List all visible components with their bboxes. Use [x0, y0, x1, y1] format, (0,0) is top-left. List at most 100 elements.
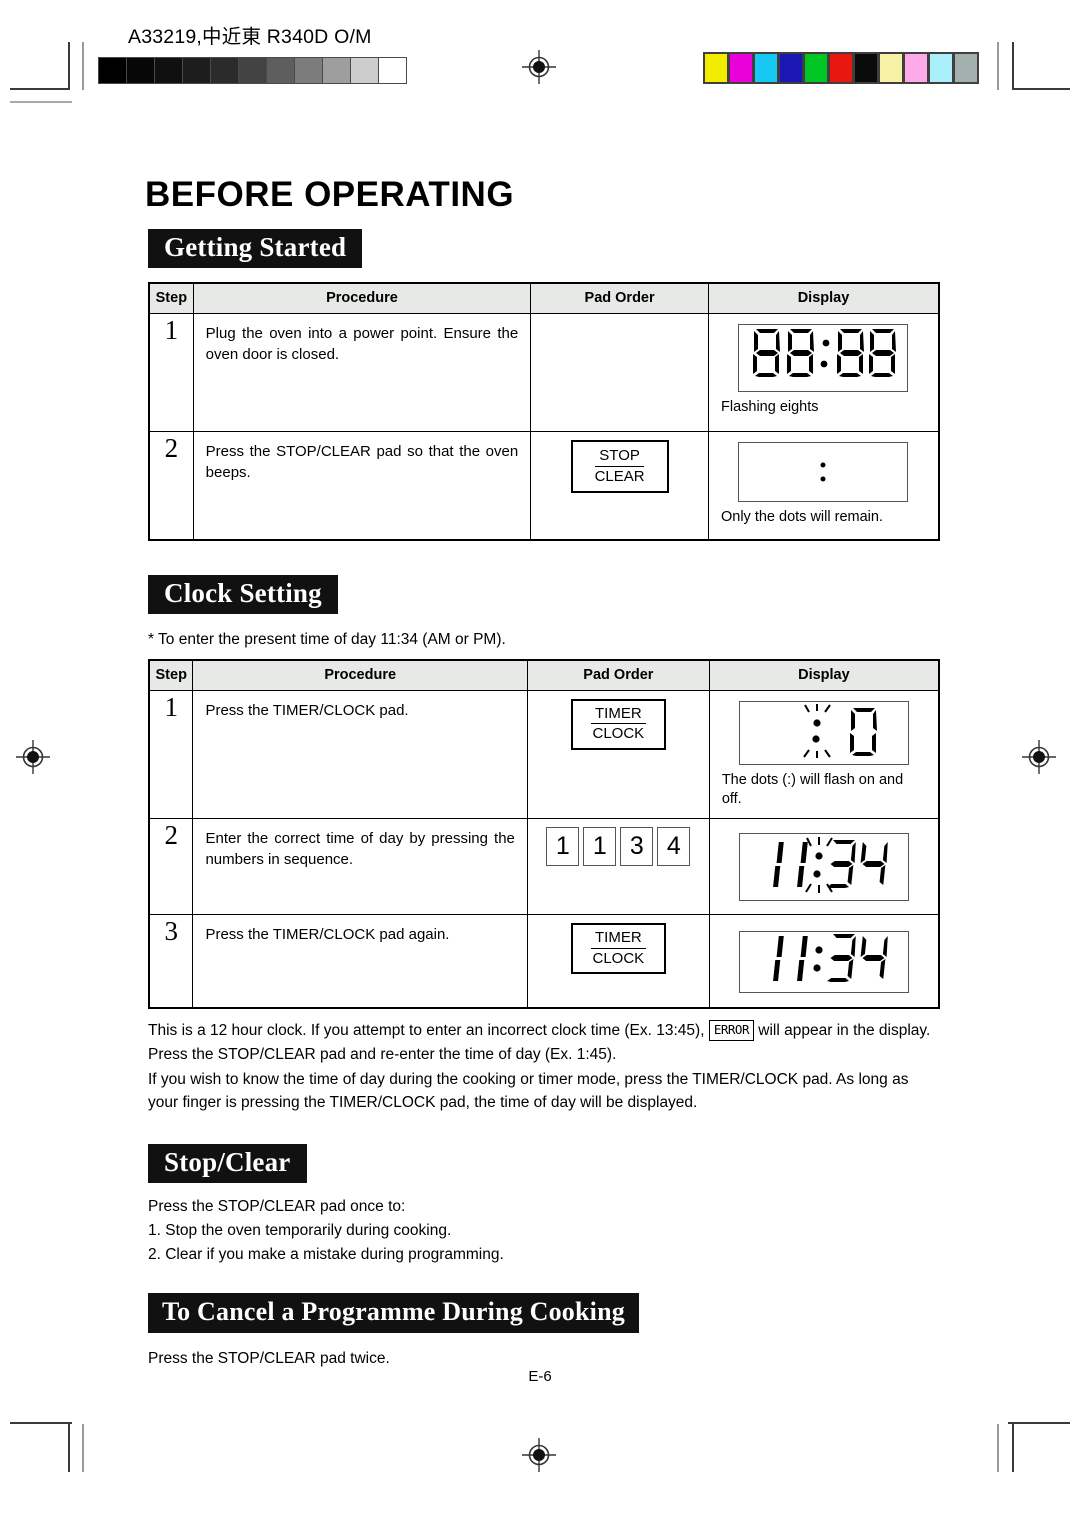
pad-key-stop-clear[interactable]: STOP CLEAR	[570, 440, 669, 494]
procedure-text: Press the STOP/CLEAR pad so that the ove…	[192, 431, 532, 540]
seven-segment-zero-flashing-icon	[803, 703, 877, 758]
column-header-step: Step	[148, 282, 194, 314]
crop-mark	[10, 1422, 72, 1424]
table-header-row: Step Procedure Pad Order Display	[148, 282, 940, 314]
table-row: 3 Press the TIMER/CLOCK pad again. TIMER…	[148, 913, 940, 1009]
color-patch	[730, 54, 752, 82]
column-header-pad-order: Pad Order	[526, 659, 710, 691]
crop-mark	[82, 1424, 84, 1472]
lcd-display-1134	[738, 931, 909, 994]
step-number: 2	[148, 817, 194, 915]
step-number: 2	[148, 431, 194, 540]
clock-setting-paragraph-2: If you wish to know the time of day duri…	[148, 1070, 909, 1112]
column-header-display: Display	[707, 282, 940, 314]
crop-mark	[997, 42, 999, 90]
grey-patch	[239, 58, 267, 83]
lcd-display-zero-flashing	[738, 700, 909, 765]
color-patch	[755, 54, 777, 82]
crop-mark	[10, 101, 72, 103]
page-content: BEFORE OPERATING Getting Started Step Pr…	[140, 175, 940, 1370]
lcd-display-1134-flashing	[738, 833, 909, 902]
crop-mark	[997, 1424, 999, 1472]
pad-key-label-bottom: CLEAR	[594, 467, 645, 485]
clock-setting-table: Step Procedure Pad Order Display 1 Press…	[148, 658, 940, 1010]
grey-patch	[127, 58, 155, 83]
lcd-display-dots-only	[738, 442, 909, 502]
number-pad-key[interactable]: 3	[620, 826, 654, 866]
document-page: A33219,中近東 R340D O/M BEFORE OPERATING Ge…	[0, 0, 1080, 1528]
step-number: 1	[148, 689, 194, 819]
color-patch	[705, 54, 727, 82]
clock-setting-paragraph-1: This is a 12 hour clock. If you attempt …	[148, 1019, 938, 1066]
registration-target-icon	[522, 1438, 556, 1472]
display-caption: Flashing eights	[720, 399, 819, 415]
display-cell: Only the dots will remain.	[707, 431, 940, 540]
seven-segment-8888-icon	[753, 329, 897, 377]
pad-key-label-bottom: CLOCK	[592, 949, 645, 967]
color-patch	[905, 54, 927, 82]
crop-mark	[68, 42, 70, 90]
display-cell: The dots (:) will flash on and off.	[708, 689, 940, 819]
list-item: 1. Stop the oven temporarily during cook…	[148, 1221, 452, 1239]
seven-segment-1134-icon	[772, 934, 888, 983]
display-cell	[708, 817, 940, 915]
registration-target-icon	[1022, 740, 1056, 774]
grey-patch	[99, 58, 127, 83]
page-number: E-6	[528, 1368, 552, 1385]
crop-mark	[1012, 1424, 1014, 1472]
step-number: 1	[148, 313, 194, 432]
table-row: 2 Press the STOP/CLEAR pad so that the o…	[148, 431, 940, 540]
step-number: 3	[148, 913, 194, 1009]
display-caption: The dots (:) will flash on and off.	[721, 771, 904, 808]
crop-mark	[10, 88, 68, 90]
pad-order-cell: TIMER CLOCK	[526, 913, 710, 1009]
section-heading-stop-clear: Stop/Clear	[148, 1144, 307, 1184]
procedure-text: Press the TIMER/CLOCK pad again.	[192, 913, 528, 1009]
registration-target-icon	[16, 740, 50, 774]
pad-order-cell: 1134	[526, 817, 710, 915]
seven-segment-1134-flashing-icon	[772, 837, 888, 894]
pad-order-cell: TIMER CLOCK	[526, 689, 710, 819]
paragraph-text-part-1: This is a 12 hour clock. If you attempt …	[148, 1022, 705, 1040]
pad-key-timer-clock[interactable]: TIMER CLOCK	[571, 922, 666, 975]
procedure-text: Press the TIMER/CLOCK pad.	[192, 689, 528, 819]
column-header-procedure: Procedure	[192, 659, 528, 691]
color-patch	[955, 54, 977, 82]
display-caption: Only the dots will remain.	[720, 509, 883, 525]
color-patch	[830, 54, 852, 82]
grey-patch	[295, 58, 323, 83]
list-item: 2. Clear if you make a mistake during pr…	[148, 1245, 504, 1263]
greyscale-step-wedge	[98, 57, 407, 84]
column-header-step: Step	[148, 659, 194, 691]
number-pad-key[interactable]: 4	[657, 826, 691, 866]
color-patch	[855, 54, 877, 82]
number-pad-sequence[interactable]: 1134	[528, 826, 709, 866]
crop-mark	[1012, 88, 1070, 90]
color-patch	[880, 54, 902, 82]
column-header-pad-order: Pad Order	[530, 282, 709, 314]
grey-patch	[379, 58, 406, 83]
stop-clear-intro: Press the STOP/CLEAR pad once to:	[148, 1198, 406, 1216]
grey-patch	[183, 58, 211, 83]
pad-key-timer-clock[interactable]: TIMER CLOCK	[571, 698, 666, 751]
color-patch	[780, 54, 802, 82]
crop-mark	[1012, 42, 1014, 90]
column-header-procedure: Procedure	[192, 282, 532, 314]
number-pad-key[interactable]: 1	[546, 826, 580, 866]
colon-dots-icon	[820, 454, 826, 491]
pad-key-label-top: STOP	[595, 447, 644, 467]
pad-order-cell: STOP CLEAR	[530, 431, 709, 540]
section-heading-cancel-programme: To Cancel a Programme During Cooking	[148, 1292, 639, 1333]
table-row: 1 Plug the oven into a power point. Ensu…	[148, 313, 940, 432]
grey-patch	[323, 58, 351, 83]
pad-key-label-bottom: CLOCK	[592, 725, 645, 743]
getting-started-table: Step Procedure Pad Order Display 1 Plug …	[148, 282, 940, 541]
print-code-line: A33219,中近東 R340D O/M	[128, 26, 372, 48]
display-cell: Flashing eights	[707, 313, 940, 432]
pad-key-label-top: TIMER	[591, 929, 646, 949]
cancel-programme-text: Press the STOP/CLEAR pad twice.	[148, 1349, 390, 1367]
grey-patch	[211, 58, 239, 83]
number-pad-key[interactable]: 1	[583, 826, 617, 866]
procedure-text: Plug the oven into a power point. Ensure…	[192, 313, 532, 432]
procedure-text: Enter the correct time of day by pressin…	[192, 817, 528, 915]
